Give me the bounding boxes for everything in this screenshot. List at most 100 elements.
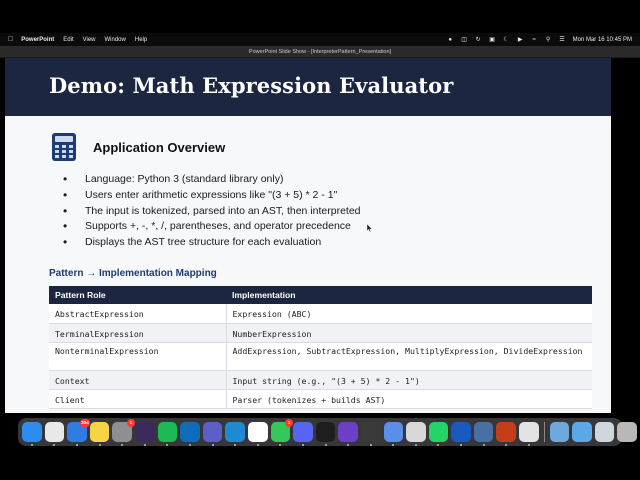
notification-badge: 204: [80, 419, 90, 427]
notes-icon[interactable]: [89, 422, 110, 446]
slide-title: Demo: Math Expression Evaluator: [49, 73, 454, 98]
running-indicator: [505, 444, 508, 446]
bullet-item: Language: Python 3 (standard library onl…: [63, 172, 361, 189]
running-indicator: [527, 444, 530, 446]
running-indicator: [188, 444, 191, 446]
running-indicator: [166, 444, 169, 446]
control-center-icon[interactable]: ☰: [559, 37, 566, 43]
table-cell: Client: [49, 389, 227, 409]
table-cell: Expression (ABC): [226, 304, 592, 324]
slide-header: Demo: Math Expression Evaluator: [5, 58, 611, 116]
notification-badge: 1: [126, 419, 135, 427]
running-indicator: [143, 444, 146, 446]
running-indicator: [211, 444, 214, 446]
running-indicator: [437, 444, 440, 446]
teams-icon[interactable]: [202, 422, 223, 446]
table-cell: Input string (e.g., "(3 + 5) * 2 - 1"): [226, 370, 592, 390]
messages-icon[interactable]: 1: [270, 419, 294, 446]
ai-app-icon[interactable]: [134, 422, 155, 446]
table-row: Context Input string (e.g., "(3 + 5) * 2…: [49, 370, 592, 390]
outlook-icon[interactable]: [180, 422, 200, 446]
table-row: Client Parser (tokenizes + builds AST): [49, 389, 592, 409]
menu-clock[interactable]: Mon Mar 16 10:45 PM: [573, 37, 632, 43]
table-cell: Parser (tokenizes + builds AST): [226, 389, 592, 409]
bullet-item: The input is tokenized, parsed into an A…: [63, 204, 361, 221]
app-icon[interactable]: [383, 422, 404, 446]
bullet-item: Supports +, -, *, /, parentheses, and op…: [63, 219, 361, 236]
script-app-icon[interactable]: [360, 422, 381, 446]
table-row: NonterminalExpression AddExpression, Sub…: [49, 342, 592, 371]
menu-window[interactable]: Window: [105, 37, 126, 43]
whatsapp-icon[interactable]: [428, 422, 449, 446]
play-icon[interactable]: ▶: [517, 37, 524, 43]
running-indicator: [256, 444, 259, 446]
downloads-icon[interactable]: [594, 422, 615, 442]
apple-icon[interactable]: : [8, 36, 13, 43]
mapping-title: Pattern → Implementation Mapping: [49, 268, 217, 279]
mail-icon[interactable]: 204: [67, 419, 90, 446]
preview-icon[interactable]: [549, 422, 570, 442]
running-indicator: [369, 444, 372, 446]
running-indicator: [392, 444, 395, 446]
dock: 204 1 1: [18, 418, 638, 446]
running-indicator: [347, 444, 350, 446]
running-indicator: [98, 444, 101, 446]
menu-view[interactable]: View: [83, 37, 96, 43]
terminal-icon[interactable]: [315, 422, 336, 446]
control-icon[interactable]: ◫: [461, 37, 468, 43]
section-title: Application Overview: [93, 140, 226, 155]
calculator-icon: [52, 133, 76, 161]
table-header-implementation: Implementation: [226, 286, 592, 304]
running-indicator: [121, 444, 124, 446]
discord-icon[interactable]: [293, 422, 313, 446]
spotify-icon[interactable]: [157, 422, 178, 446]
table-header-pattern-role: Pattern Role: [49, 286, 226, 304]
disk-utility-icon[interactable]: [473, 422, 494, 446]
running-indicator: [414, 444, 417, 446]
running-indicator: [324, 444, 327, 446]
menu-app-name[interactable]: PowerPoint: [21, 37, 54, 43]
menu-help[interactable]: Help: [135, 37, 147, 43]
launchpad-icon[interactable]: [44, 422, 65, 446]
sync-icon[interactable]: ↻: [475, 37, 482, 43]
chrome-icon[interactable]: [247, 422, 268, 446]
slack-icon[interactable]: [406, 422, 426, 446]
table-cell: NumberExpression: [226, 323, 592, 343]
running-indicator: [30, 444, 33, 446]
search-icon[interactable]: ⚲: [545, 37, 552, 43]
running-indicator: [234, 444, 237, 446]
menu-bar:  PowerPoint Edit View Window Help ● ◫ ↻…: [0, 33, 640, 46]
monitor-icon[interactable]: ▣: [489, 37, 496, 43]
powerpoint-icon[interactable]: [496, 422, 517, 446]
focus-moon-icon[interactable]: ☾: [503, 37, 510, 43]
table-cell: TerminalExpression: [49, 323, 227, 343]
dock-separator: [543, 422, 545, 442]
mapping-table: Pattern Role Implementation AbstractExpr…: [49, 286, 592, 409]
obsidian-icon[interactable]: [338, 422, 358, 446]
running-indicator: [301, 444, 304, 446]
table-cell: Context: [49, 370, 227, 390]
slide[interactable]: Demo: Math Expression Evaluator Applicat…: [5, 58, 611, 413]
bullet-item: Users enter arithmetic expressions like …: [63, 188, 361, 205]
bullet-item: Displays the AST tree structure for each…: [63, 235, 361, 252]
finder-icon[interactable]: [22, 422, 42, 446]
running-indicator: [75, 444, 78, 446]
table-header-row: Pattern Role Implementation: [49, 286, 592, 304]
running-indicator: [460, 444, 463, 446]
trash-icon[interactable]: [617, 422, 638, 442]
wifi-icon[interactable]: ≈: [531, 37, 538, 43]
table-row: TerminalExpression NumberExpression: [49, 323, 592, 343]
bullet-list: Language: Python 3 (standard library onl…: [63, 172, 361, 252]
mouse-cursor-icon: [367, 224, 372, 232]
notification-badge: 1: [285, 419, 294, 427]
record-icon[interactable]: ●: [447, 37, 454, 43]
folder-icon[interactable]: [572, 422, 592, 442]
running-indicator: [53, 444, 56, 446]
menu-edit[interactable]: Edit: [63, 37, 73, 43]
table-cell: NonterminalExpression: [49, 342, 227, 371]
app-icon-2[interactable]: [519, 422, 539, 446]
system-settings-icon[interactable]: 1: [112, 419, 135, 446]
vscode-icon[interactable]: [225, 422, 245, 446]
word-icon[interactable]: [451, 422, 471, 446]
running-indicator: [482, 444, 485, 446]
